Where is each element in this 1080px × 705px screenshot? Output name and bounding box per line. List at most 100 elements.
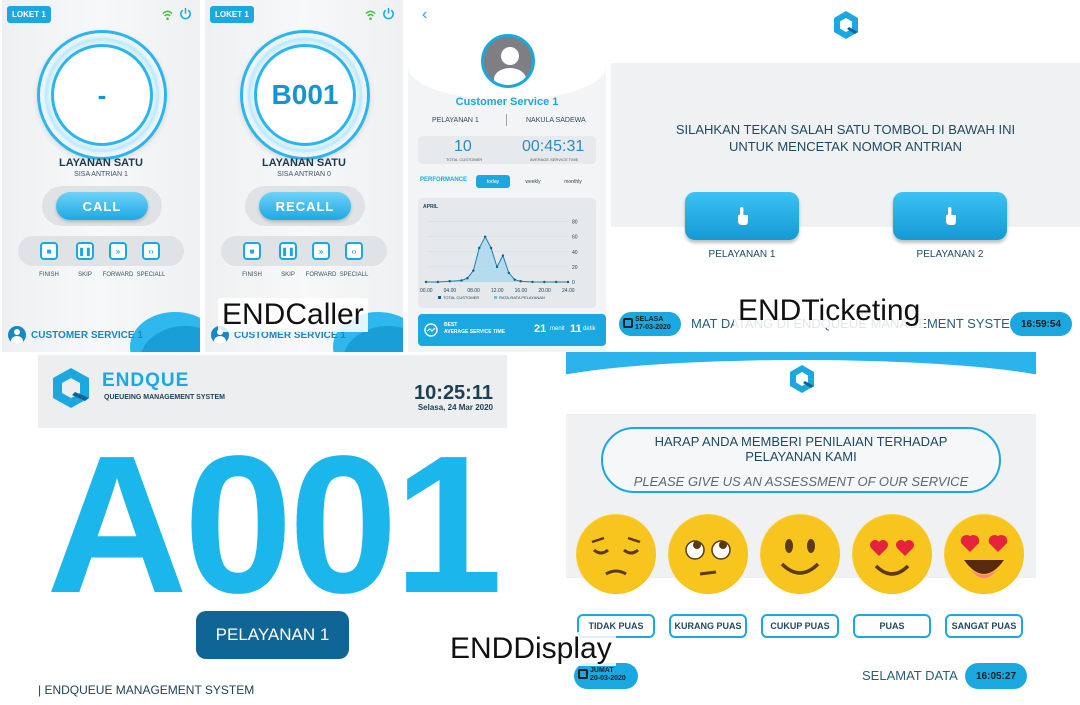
best-label: BEST <box>444 322 458 328</box>
loket-badge: LOKET 1 <box>210 6 254 23</box>
uneasy-face-icon[interactable] <box>668 514 748 594</box>
heart-eyes-grin-icon[interactable] <box>944 514 1024 594</box>
rating-button-kurang-puas[interactable]: KURANG PUAS <box>669 614 747 638</box>
brand-name: ENDQUE <box>102 370 190 391</box>
rating-button-cukup-puas[interactable]: CUKUP PUAS <box>761 614 839 638</box>
question-line-2: PELAYANAN KAMI <box>745 449 857 464</box>
queue-number: B001 <box>254 44 356 146</box>
data-point <box>543 280 546 284</box>
performance-tabs: PERFORMANCE today weekly monthly <box>420 175 600 189</box>
call-button[interactable]: CALL <box>56 192 148 220</box>
user-label: CUSTOMER SERVICE 1 <box>31 329 143 341</box>
skip-button[interactable]: ❚❚ <box>279 242 297 260</box>
avg-time-value: 00:45:31 <box>522 138 585 155</box>
sad-face-icon[interactable] <box>576 514 656 594</box>
heart-eyes-face-icon[interactable] <box>852 514 932 594</box>
y-tick-label: 80 <box>572 220 578 226</box>
power-icon[interactable] <box>179 7 192 20</box>
x-tick-label: 08.00 <box>467 288 480 294</box>
data-point <box>460 279 463 282</box>
best-time-banner: BEST AVERAGE SERVICE TIME 21 menit 11 de… <box>418 314 606 346</box>
ticket-button-1[interactable] <box>685 192 799 240</box>
endque-logo-icon <box>53 368 89 408</box>
service-name: LAYANAN SATU <box>59 157 143 169</box>
data-point <box>466 277 469 280</box>
service-name: LAYANAN SATU <box>262 157 346 169</box>
x-tick-label: 04.00 <box>444 288 457 294</box>
data-point <box>531 280 534 284</box>
power-icon[interactable] <box>382 7 395 20</box>
data-point <box>436 280 440 284</box>
ticket-instruction: SILAHKAN TEKAN SALAH SATU TOMBOL DI BAWA… <box>611 121 1080 155</box>
touch-icon <box>738 207 748 225</box>
instruction-line-1: SILAHKAN TEKAN SALAH SATU TOMBOL DI BAWA… <box>675 122 1016 137</box>
counter-title: Customer Service 1 <box>455 96 559 108</box>
finish-button[interactable]: ■ <box>243 242 261 260</box>
control-bar: ■ ❚❚ » ‹› <box>221 236 387 266</box>
current-queue-number: A001 <box>46 415 503 634</box>
x-tick-label: 20.00 <box>538 288 551 294</box>
ticket-button-2-label: PELAYANAN 2 <box>916 249 984 260</box>
seconds-unit: detik <box>583 326 596 332</box>
data-point <box>519 280 522 283</box>
total-customer-label: TOTAL CUSTOMER <box>446 157 483 162</box>
rating-button-puas[interactable]: PUAS <box>853 614 931 638</box>
legend-label: RATA-RATA PELAYANAN <box>499 295 545 300</box>
question-line-1: HARAP ANDA MEMBERI PENILAIAN TERHADAP <box>654 434 948 449</box>
officer-name: NAKULA SADEWA <box>526 117 586 124</box>
tab-monthly[interactable]: monthly <box>556 175 590 188</box>
special-button[interactable]: ‹› <box>142 242 160 260</box>
best-minutes: 21 <box>534 323 547 335</box>
x-tick-label: 00.00 <box>420 288 433 294</box>
display-date: Selasa, 24 Mar 2020 <box>417 403 493 412</box>
legend-label: TOTAL CUSTOMER <box>443 295 479 300</box>
finish-button[interactable]: ■ <box>40 242 58 260</box>
user-footer: CUSTOMER SERVICE 1 <box>8 326 143 344</box>
tab-today[interactable]: today <box>476 175 510 188</box>
forward-button[interactable]: » <box>109 242 127 260</box>
calendar-icon <box>578 669 588 679</box>
recall-button[interactable]: RECALL <box>259 192 351 220</box>
data-point <box>501 254 505 257</box>
x-tick-label: 24.00 <box>562 288 575 294</box>
queue-number: - <box>51 44 153 146</box>
ticket-button-1-label: PELAYANAN 1 <box>708 249 776 260</box>
special-label: SPECIALL <box>339 272 369 278</box>
endque-logo-icon <box>834 11 858 39</box>
remaining-queue: SISA ANTRIAN 0 <box>277 171 331 178</box>
loket-badge: LOKET 1 <box>7 6 51 23</box>
question-box: HARAP ANDA MEMBERI PENILAIAN TERHADAP PE… <box>601 427 1001 493</box>
customer-chart: APRIL 0 20 40 60 80 00.00 04.00 08.00 12.00 16.00… <box>420 204 578 300</box>
service-label: PELAYANAN 1 <box>432 117 479 124</box>
special-button[interactable]: ‹› <box>345 242 363 260</box>
recall-button-frame: RECALL <box>245 186 365 226</box>
skip-button[interactable]: ❚❚ <box>76 242 94 260</box>
avatar <box>481 34 535 88</box>
wifi-icon <box>365 10 376 20</box>
finish-label: FINISH <box>242 272 262 278</box>
data-point <box>507 271 511 275</box>
wifi-icon <box>162 10 173 20</box>
date-label: 17-03-2020 <box>635 324 671 331</box>
data-point <box>495 265 499 269</box>
forward-button[interactable]: » <box>312 242 330 260</box>
total-customer-value: 10 <box>454 138 472 155</box>
control-bar: ■ ❚❚ » ‹› <box>18 236 184 266</box>
performance-label: PERFORMANCE <box>420 177 468 183</box>
call-button-frame: CALL <box>42 186 162 226</box>
x-tick-label: 12.00 <box>491 288 504 294</box>
back-arrow-icon[interactable]: ‹ <box>422 6 427 24</box>
caption-endticketing: ENDTicketing <box>734 294 925 328</box>
rating-button-sangat-puas[interactable]: SANGAT PUAS <box>945 614 1023 638</box>
gauge-icon <box>424 323 438 337</box>
user-icon <box>8 326 26 344</box>
y-tick-label: 20 <box>572 265 578 271</box>
ticket-button-2[interactable] <box>893 192 1007 240</box>
data-point <box>513 278 516 281</box>
time-badge: 16:05:27 <box>965 663 1027 689</box>
special-label: SPECIALL <box>136 272 166 278</box>
smile-face-icon[interactable] <box>760 514 840 594</box>
caption-enddisplay: ENDDisplay <box>446 632 616 666</box>
tab-weekly[interactable]: weekly <box>516 175 550 188</box>
data-point <box>424 280 428 284</box>
